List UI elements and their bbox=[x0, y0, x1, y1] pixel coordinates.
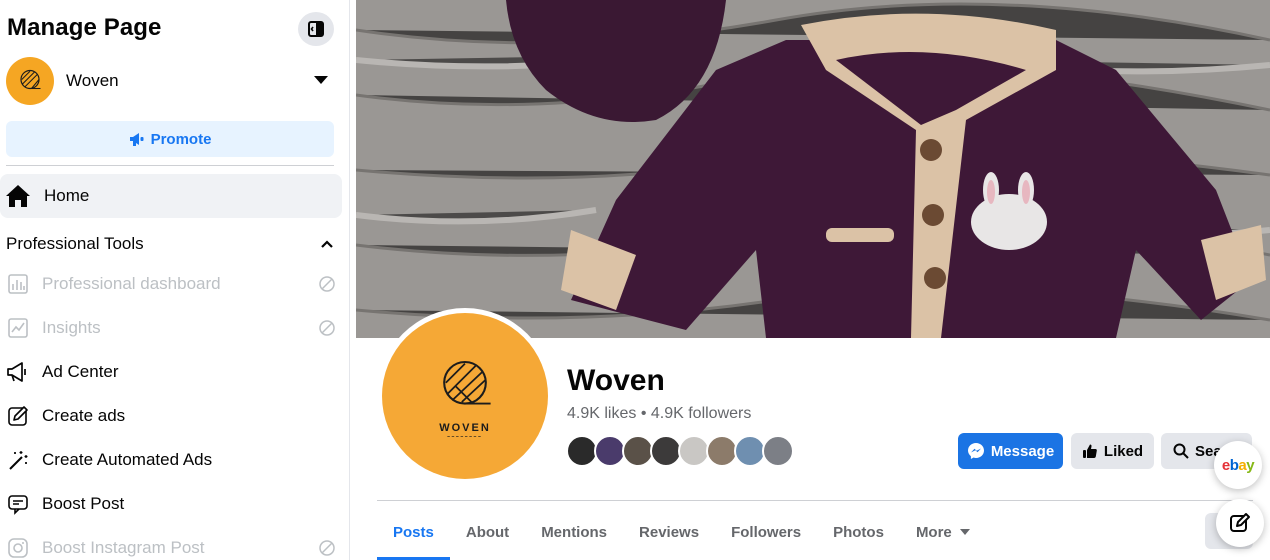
tab-label: More bbox=[915, 523, 952, 541]
page-avatar bbox=[6, 57, 54, 105]
yarn-ball-logo-icon bbox=[443, 360, 491, 405]
ebay-extension-button[interactable]: ebay bbox=[1214, 441, 1262, 489]
sidebar-item-home[interactable]: Home bbox=[0, 174, 342, 218]
tabs-divider bbox=[377, 500, 1253, 501]
sidebar-item-professional-dashboard[interactable]: Professional dashboard bbox=[5, 264, 337, 304]
manage-page-sidebar: Manage Page Woven Promote Home Professio… bbox=[0, 0, 350, 560]
page-tabs: Posts About Mentions Reviews Followers P… bbox=[377, 508, 986, 560]
tab-label: Posts bbox=[393, 523, 434, 541]
tab-about[interactable]: About bbox=[450, 508, 525, 556]
compose-button[interactable] bbox=[1216, 499, 1264, 547]
tab-more[interactable]: More bbox=[900, 508, 986, 556]
sidebar-item-create-automated-ads[interactable]: Create Automated Ads bbox=[5, 440, 337, 480]
sidebar-item-boost-instagram-post[interactable]: Boost Instagram Post bbox=[5, 528, 337, 560]
sidebar-item-insights[interactable]: Insights bbox=[5, 308, 337, 348]
sidebar-item-label: Boost Instagram Post bbox=[42, 538, 205, 557]
yarn-ball-logo-icon bbox=[20, 69, 41, 90]
chevron-down-icon bbox=[959, 529, 970, 535]
professional-tools-header[interactable]: Professional Tools bbox=[6, 232, 334, 256]
sidebar-item-label: Ad Center bbox=[42, 362, 119, 381]
tab-label: Photos bbox=[833, 523, 884, 541]
logo-wordmark: WOVEN bbox=[439, 421, 491, 434]
sidebar-item-label: Create Automated Ads bbox=[42, 450, 213, 469]
search-icon bbox=[1173, 443, 1189, 459]
sidebar-item-label: Boost Post bbox=[42, 494, 125, 513]
megaphone-icon bbox=[5, 359, 31, 385]
edit-icon bbox=[1230, 513, 1250, 532]
sidebar-item-label: Home bbox=[44, 186, 90, 205]
sidebar-item-label: Create ads bbox=[42, 406, 126, 425]
page-switcher-name: Woven bbox=[66, 71, 119, 90]
page-stats[interactable]: 4.9K likes • 4.9K followers bbox=[567, 405, 751, 423]
messenger-icon bbox=[967, 443, 984, 459]
cover-photo[interactable] bbox=[356, 0, 1270, 338]
promote-button[interactable]: Promote bbox=[6, 121, 334, 157]
megaphone-icon bbox=[129, 133, 144, 146]
dropdown-caret-icon bbox=[314, 76, 328, 84]
sidebar-item-ad-center[interactable]: Ad Center bbox=[5, 352, 337, 392]
instagram-icon bbox=[5, 535, 31, 560]
message-button[interactable]: Message bbox=[958, 433, 1063, 469]
tab-followers[interactable]: Followers bbox=[715, 508, 817, 556]
boost-post-icon bbox=[5, 491, 31, 517]
tab-label: About bbox=[465, 523, 510, 541]
sidebar-item-create-ads[interactable]: Create ads bbox=[5, 396, 337, 436]
message-label: Message bbox=[990, 442, 1055, 460]
tab-label: Mentions bbox=[541, 523, 608, 541]
tab-reviews[interactable]: Reviews bbox=[623, 508, 715, 556]
home-icon bbox=[6, 185, 30, 207]
tab-posts[interactable]: Posts bbox=[377, 508, 450, 560]
magic-wand-icon bbox=[5, 447, 31, 473]
blocked-icon bbox=[319, 320, 335, 336]
blocked-icon bbox=[319, 540, 335, 556]
liked-label: Liked bbox=[1103, 442, 1144, 460]
sidebar-title: Manage Page bbox=[7, 14, 162, 41]
thumbs-up-icon bbox=[1082, 444, 1097, 458]
avatar[interactable] bbox=[762, 435, 794, 467]
sidebar-item-label: Professional dashboard bbox=[42, 274, 221, 293]
panel-toggle-icon bbox=[308, 21, 324, 37]
tab-photos[interactable]: Photos bbox=[817, 508, 900, 556]
page-switcher[interactable]: Woven bbox=[6, 57, 336, 105]
tab-mentions[interactable]: Mentions bbox=[525, 508, 623, 556]
dashboard-icon bbox=[5, 271, 31, 297]
logo-underline: ━━━━━━━━ bbox=[447, 433, 483, 439]
promote-label: Promote bbox=[150, 130, 212, 148]
insights-icon bbox=[5, 315, 31, 341]
ebay-logo-icon: ebay bbox=[1221, 456, 1255, 474]
collapse-sidebar-button[interactable] bbox=[298, 12, 334, 46]
page-profile-picture[interactable]: WOVEN ━━━━━━━━ bbox=[377, 308, 553, 484]
tab-label: Followers bbox=[731, 523, 802, 541]
profile-logo: WOVEN ━━━━━━━━ bbox=[382, 313, 548, 479]
page-title[interactable]: Woven bbox=[567, 364, 665, 398]
follower-avatars bbox=[566, 435, 794, 467]
pencil-icon bbox=[5, 403, 31, 429]
section-label: Professional Tools bbox=[6, 234, 144, 253]
sidebar-item-boost-post[interactable]: Boost Post bbox=[5, 484, 337, 524]
sidebar-item-label: Insights bbox=[42, 318, 101, 337]
sidebar-divider bbox=[6, 165, 334, 166]
liked-button[interactable]: Liked bbox=[1071, 433, 1154, 469]
chevron-up-icon bbox=[321, 240, 333, 248]
blocked-icon bbox=[319, 276, 335, 292]
tab-label: Reviews bbox=[639, 523, 700, 541]
